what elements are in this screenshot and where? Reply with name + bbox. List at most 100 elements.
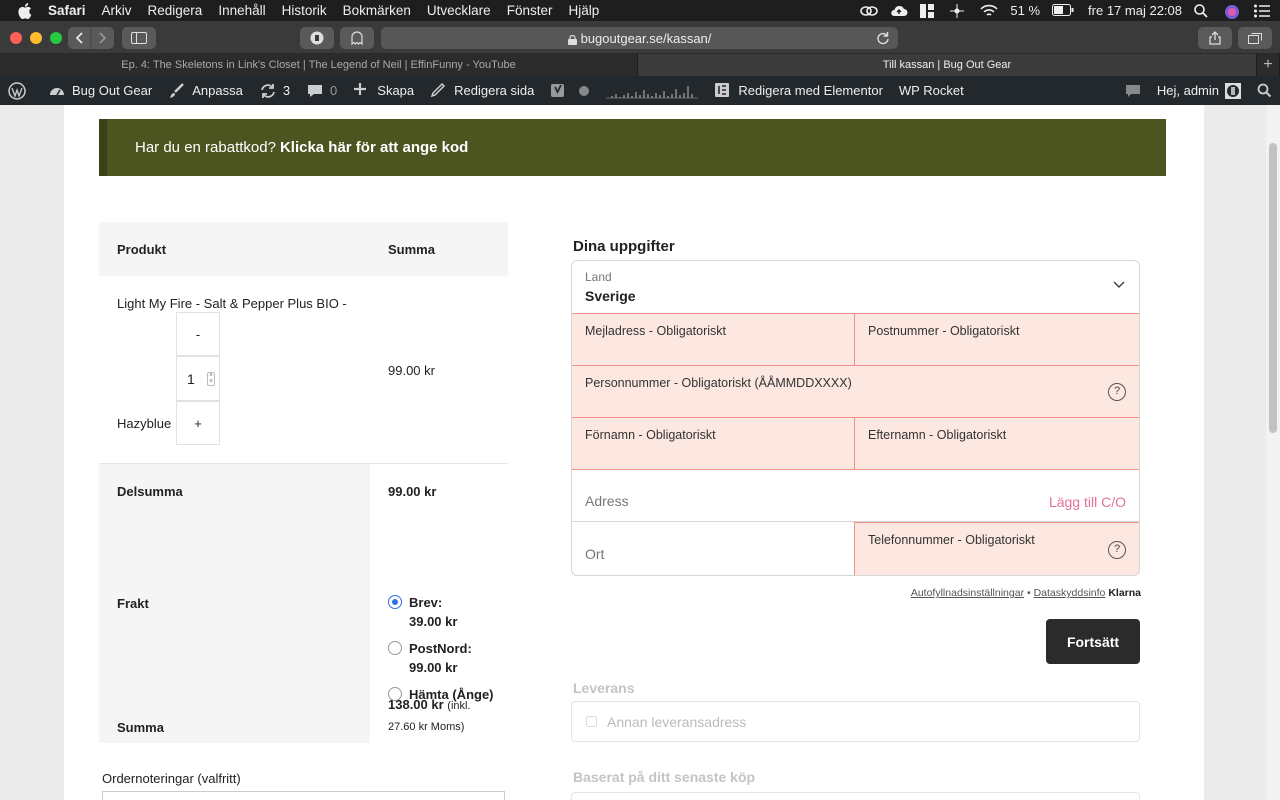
- quantity-increase-button[interactable]: +: [176, 401, 220, 445]
- back-forward-buttons[interactable]: [68, 27, 114, 49]
- radio-icon[interactable]: [388, 687, 402, 701]
- wp-site-name[interactable]: Bug Out Gear: [40, 76, 160, 105]
- wp-updates[interactable]: 3: [251, 76, 298, 105]
- total-value: 138.00 kr (inkl. 27.60 kr Moms): [388, 695, 508, 737]
- city-field[interactable]: Ort: [572, 523, 855, 575]
- extension-ghost-button[interactable]: [340, 27, 374, 49]
- checkbox-icon[interactable]: [586, 716, 597, 727]
- share-button[interactable]: [1198, 27, 1232, 49]
- wp-customize[interactable]: Anpassa: [160, 76, 251, 105]
- scrollbar-thumb[interactable]: [1269, 143, 1277, 433]
- macos-menubar: Safari Arkiv Redigera Innehåll Historik …: [0, 0, 1280, 21]
- window-layout-icon[interactable]: [920, 3, 938, 18]
- quantity-value: 1: [187, 370, 195, 387]
- notification-center-icon[interactable]: [1254, 4, 1272, 18]
- menu-historik[interactable]: Historik: [282, 3, 327, 18]
- phone-placeholder: Telefonnummer - Obligatoriskt: [868, 533, 1035, 547]
- wp-yoast[interactable]: [542, 76, 598, 105]
- minimize-window-button[interactable]: [30, 32, 42, 44]
- quantity-decrease-button[interactable]: -: [176, 312, 220, 356]
- wp-search[interactable]: [1249, 76, 1280, 105]
- new-tab-button[interactable]: +: [1257, 54, 1280, 76]
- lock-icon: [567, 33, 577, 45]
- wifi-icon[interactable]: [980, 4, 998, 18]
- menu-redigera[interactable]: Redigera: [148, 3, 203, 18]
- wp-admin-bar: Bug Out Gear Anpassa 3 0 Skapa Redigera …: [0, 76, 1280, 105]
- close-window-button[interactable]: [10, 32, 22, 44]
- wp-new-content[interactable]: Skapa: [345, 76, 422, 105]
- wp-elementor[interactable]: Redigera med Elementor: [706, 76, 891, 105]
- tab-checkout[interactable]: Till kassan | Bug Out Gear: [638, 54, 1257, 76]
- tab-overview-button[interactable]: [1238, 27, 1272, 49]
- klarna-brand: Klarna: [1108, 587, 1141, 599]
- updates-icon: [260, 83, 275, 98]
- last-name-field[interactable]: Efternamn - Obligatoriskt: [854, 417, 1139, 470]
- dashboard-icon: [50, 87, 64, 95]
- stats-sparkline-icon: [606, 85, 699, 98]
- radio-selected-icon[interactable]: [388, 595, 402, 609]
- coupon-link[interactable]: Klicka här för att ange kod: [280, 139, 468, 156]
- wp-notifications[interactable]: [1117, 76, 1149, 105]
- battery-icon[interactable]: [1052, 3, 1074, 18]
- shipping-option-price: 99.00 kr: [409, 660, 458, 675]
- sidebar-icon: [131, 32, 147, 44]
- personal-number-field[interactable]: Personnummer - Obligatoriskt (ÅÅMMDDXXXX…: [572, 365, 1139, 418]
- extension-shield-button[interactable]: [300, 27, 334, 49]
- menu-fonster[interactable]: Fönster: [507, 3, 553, 18]
- battery-percent: 51 %: [1010, 3, 1041, 18]
- autofill-settings-link[interactable]: Autofyllnadsinställningar: [911, 587, 1024, 599]
- spotlight-search-icon[interactable]: [1194, 3, 1212, 18]
- help-icon[interactable]: ?: [1108, 383, 1126, 401]
- wp-logo-menu[interactable]: [0, 76, 40, 105]
- quantity-spinner-icon[interactable]: ˄ ˅: [207, 372, 215, 386]
- product-name: Light My Fire - Salt & Pepper Plus BIO -: [117, 296, 347, 311]
- menu-arkiv[interactable]: Arkiv: [102, 3, 132, 18]
- shipping-option-postnord[interactable]: PostNord: 99.00 kr: [388, 639, 508, 677]
- postcode-field[interactable]: Postnummer - Obligatoriskt: [854, 313, 1139, 366]
- clock[interactable]: fre 17 maj 22:08: [1088, 3, 1182, 18]
- apple-icon[interactable]: [18, 2, 34, 19]
- add-co-link[interactable]: Lägg till C/O: [1049, 494, 1126, 510]
- order-notes-textarea[interactable]: [102, 791, 505, 800]
- column-product: Produkt: [117, 241, 167, 257]
- menu-utvecklare[interactable]: Utvecklare: [427, 3, 491, 18]
- menu-innehall[interactable]: Innehåll: [218, 3, 265, 18]
- privacy-info-link[interactable]: Dataskyddsinfo: [1034, 587, 1106, 599]
- wp-site-label: Bug Out Gear: [72, 83, 153, 98]
- wp-account[interactable]: Hej, admin: [1149, 76, 1249, 105]
- page-scrollbar[interactable]: [1266, 105, 1280, 800]
- shipping-option-brev[interactable]: Brev: 39.00 kr: [388, 593, 508, 631]
- wp-edit-page[interactable]: Redigera sida: [422, 76, 542, 105]
- wp-comments[interactable]: 0: [298, 76, 345, 105]
- help-icon[interactable]: ?: [1108, 541, 1126, 559]
- previous-purchase-title: Baserat på ditt senaste köp: [573, 769, 756, 785]
- cloud-upload-icon[interactable]: [890, 4, 908, 18]
- wp-stats-sparkline[interactable]: [598, 76, 706, 105]
- menu-hjalp[interactable]: Hjälp: [568, 3, 599, 18]
- subtotal-row: Delsumma 99.00 kr: [99, 464, 508, 519]
- address-field[interactable]: Adress Lägg till C/O: [572, 470, 1139, 522]
- quantity-input[interactable]: 1 ˄ ˅: [176, 356, 220, 401]
- wp-rocket[interactable]: WP Rocket: [891, 76, 972, 105]
- menu-bokmarken[interactable]: Bokmärken: [343, 3, 411, 18]
- continue-button[interactable]: Fortsätt: [1046, 619, 1140, 664]
- sidebar-toggle-button[interactable]: [122, 27, 156, 49]
- siri-icon[interactable]: [1224, 4, 1242, 19]
- tabs-icon: [1248, 33, 1262, 44]
- network-icon[interactable]: [950, 3, 968, 18]
- address-bar[interactable]: bugoutgear.se/kassan/: [381, 27, 898, 49]
- country-select[interactable]: Land Sverige: [572, 261, 1139, 313]
- reload-icon[interactable]: [876, 31, 890, 45]
- phone-field[interactable]: Telefonnummer - Obligatoriskt ?: [854, 522, 1139, 575]
- creative-cloud-icon[interactable]: [860, 4, 879, 18]
- email-field[interactable]: Mejladress - Obligatoriskt: [572, 313, 855, 366]
- first-name-field[interactable]: Förnamn - Obligatoriskt: [572, 417, 855, 470]
- radio-icon[interactable]: [388, 641, 402, 655]
- other-address-option[interactable]: Annan leveransadress: [571, 701, 1140, 742]
- fullscreen-window-button[interactable]: [50, 32, 62, 44]
- klarna-section-title: Dina uppgifter: [573, 238, 675, 255]
- menu-safari[interactable]: Safari: [48, 3, 86, 18]
- tab-youtube[interactable]: Ep. 4: The Skeletons in Link's Closet | …: [0, 54, 638, 76]
- subtotal-label: Delsumma: [117, 484, 183, 499]
- product-price: 99.00 kr: [388, 363, 435, 378]
